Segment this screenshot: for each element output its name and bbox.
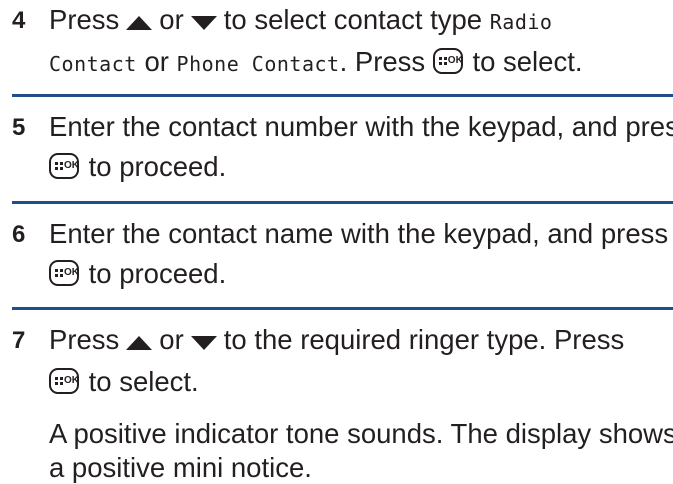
step-line: Enter the contact name with the keypad, … [49,218,669,249]
step-word: Press [49,4,120,35]
step-number: 5 [12,114,26,141]
step-word: to select. [472,46,583,77]
step-text: Press or to select contact type Radio Cont… [49,0,664,84]
step-number: 6 [12,221,26,248]
down-arrow-icon [190,322,218,362]
step-number: 7 [12,327,26,354]
step-text: Press or to the required ringer type. Pres… [49,320,673,484]
phone-contact-label: Phone Contact [176,52,340,76]
step-line: OK to proceed. [49,147,664,187]
step-result-line: a positive mini notice. [49,451,312,483]
step-word: or [159,324,184,355]
step-word: to select. [88,365,199,397]
step-word: or [144,46,169,77]
divider [12,94,673,97]
step-word: . Press [339,46,426,77]
divider [12,307,673,310]
step-word: to the required ringer type. Press [223,324,625,355]
menu-ok-key-icon: OK [49,153,79,179]
radio-contact-label-cont: Contact [49,52,137,76]
menu-ok-key-icon: OK [432,48,463,74]
step-word: to proceed. [88,258,227,289]
step-line: Press or to select contact type Radio [49,0,664,42]
step-line: Contact or Phone Contact. Press OK to se… [49,42,664,84]
divider [12,201,673,204]
step-word: to proceed. [88,151,227,182]
menu-ok-key-icon: OK [49,367,79,394]
radio-contact-label: Radio [489,10,553,34]
step-line: OK to select. [49,362,664,402]
step-result-line: A positive indicator tone sounds. The di… [49,417,673,449]
step-number: 4 [12,7,26,34]
down-arrow-icon [190,2,218,42]
up-arrow-icon [125,322,153,362]
step-word: Press [49,324,120,355]
step-text: Enter the contact number with the keypad… [49,107,673,187]
step-line: Press or to the required ringer type. Pres… [49,320,664,362]
step-line: OK to proceed. [49,254,664,294]
step-word: or [159,4,184,35]
step-line: Enter the contact number with the keypad… [49,111,673,142]
step-text: Enter the contact name with the keypad, … [49,214,669,294]
up-arrow-icon [125,2,153,42]
menu-ok-key-icon: OK [49,260,79,286]
step-word: to select contact type [223,4,483,35]
